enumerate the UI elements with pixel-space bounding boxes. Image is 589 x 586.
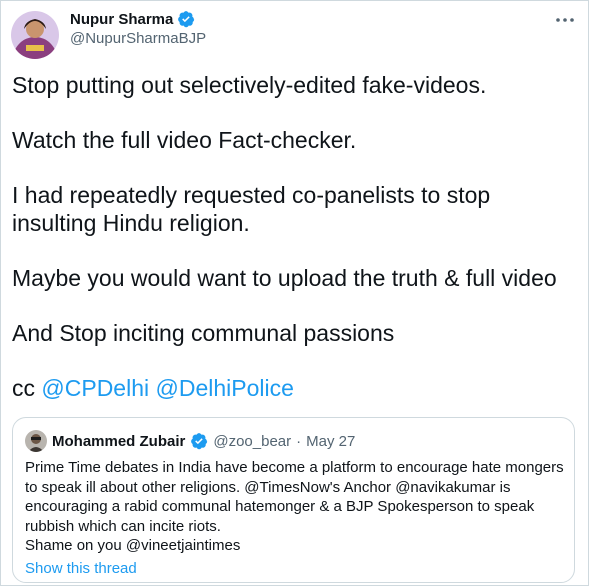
quoted-tweet[interactable]: Mohammed Zubair @zoo_bear · May 27 Prime…: [12, 417, 575, 583]
verified-badge-icon: [190, 432, 208, 450]
dot-separator: ·: [296, 432, 302, 450]
tweet-body: Stop putting out selectively-edited fake…: [12, 71, 577, 402]
cc-line: cc @CPDelhi @DelhiPolice: [12, 374, 577, 402]
quoted-author-avatar[interactable]: [25, 430, 47, 452]
quoted-tweet-header: Mohammed Zubair @zoo_bear · May 27: [25, 430, 355, 452]
author-avatar[interactable]: [11, 11, 59, 59]
tweet-paragraph: And Stop inciting communal passions: [12, 320, 395, 346]
tweet-paragraph: Maybe you would want to upload the truth…: [12, 265, 557, 291]
verified-badge-icon: [177, 10, 195, 28]
tweet-paragraph: Watch the full video Fact-checker.: [12, 127, 357, 153]
more-options-icon[interactable]: [554, 9, 576, 31]
quoted-author-handle[interactable]: @zoo_bear: [213, 433, 291, 450]
quoted-tweet-text: Prime Time debates in India have become …: [25, 459, 564, 535]
tweet-paragraph: I had repeatedly requested co-panelists …: [12, 182, 491, 236]
show-thread-link[interactable]: Show this thread: [25, 560, 137, 577]
author-name-row[interactable]: Nupur Sharma: [70, 10, 195, 28]
tweet-card: Nupur Sharma @NupurSharmaBJP Stop puttin…: [0, 0, 589, 586]
mention-cpdelhi[interactable]: @CPDelhi: [41, 375, 149, 401]
tweet-paragraph: Stop putting out selectively-edited fake…: [12, 72, 487, 98]
quoted-author-name[interactable]: Mohammed Zubair: [52, 433, 185, 450]
cc-prefix: cc: [12, 375, 35, 401]
quoted-tweet-body: Prime Time debates in India have become …: [25, 458, 565, 556]
author-handle[interactable]: @NupurSharmaBJP: [70, 30, 206, 47]
mention-delhipolice[interactable]: @DelhiPolice: [156, 375, 294, 401]
quoted-tweet-date[interactable]: May 27: [306, 433, 355, 450]
quoted-tweet-text: Shame on you @vineetjaintimes: [25, 537, 241, 554]
author-name[interactable]: Nupur Sharma: [70, 11, 173, 28]
